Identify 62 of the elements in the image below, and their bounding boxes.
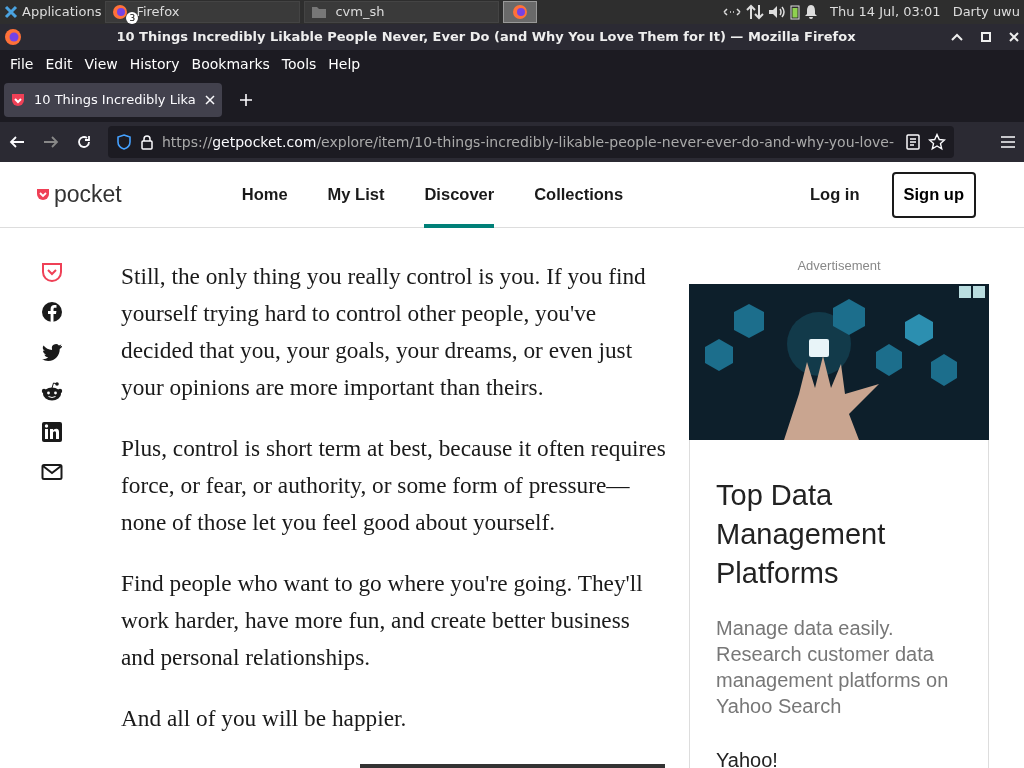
folder-icon <box>311 5 328 19</box>
bell-icon[interactable] <box>804 4 818 20</box>
nav-link[interactable]: Discover <box>424 161 495 228</box>
ad-headline[interactable]: Top Data Management Platforms <box>716 475 954 593</box>
nav-link[interactable]: Home <box>241 161 288 228</box>
close-icon[interactable] <box>203 94 216 106</box>
advertiser-name: Yahoo! <box>716 747 779 768</box>
taskbar-button[interactable]: cvm_sh <box>304 1 500 23</box>
transfer-arrows-icon[interactable] <box>746 4 764 20</box>
menu-item[interactable]: Edit <box>39 53 79 75</box>
chevron-up-icon[interactable] <box>950 31 964 43</box>
nav-link[interactable]: Collections <box>534 161 624 228</box>
mail-icon[interactable] <box>41 461 63 483</box>
taskbar-button[interactable] <box>503 1 538 23</box>
reload-icon[interactable] <box>76 134 92 150</box>
clock[interactable]: Thu 14 Jul, 03:01 <box>830 2 941 22</box>
pocket-logo-icon <box>36 187 50 202</box>
ad-card[interactable]: Top Data Management Platforms Manage data easily. Research customer data management platforms on Yahoo Search Yahoo! <box>689 439 989 768</box>
firefox-icon <box>512 4 529 20</box>
firefox-icon <box>112 4 129 20</box>
facebook-icon[interactable] <box>41 301 63 323</box>
window-title: 10 Things Incredibly Likable People Never, Ever Do (and Why You Love Them for It) — Mozilla Firefox <box>115 28 857 47</box>
ad-description: Manage data easily. Research customer data management platforms on Yahoo Search <box>716 615 950 719</box>
shield-icon <box>116 134 132 150</box>
plus-icon[interactable] <box>237 92 254 108</box>
reader-view-icon <box>906 134 920 150</box>
back-arrow-icon[interactable] <box>8 134 26 150</box>
user-name[interactable]: Darty uwu <box>952 2 1020 22</box>
maximize-icon[interactable] <box>980 31 992 43</box>
paragraph: And all of you will be happier. <box>121 704 408 733</box>
logo-text[interactable]: pocket <box>54 177 122 212</box>
nav-link[interactable]: My List <box>327 161 385 228</box>
pocket-icon <box>10 92 26 108</box>
url-field[interactable]: https://getpocket.com/explore/item/10-things-incredibly-likable-people-never-ever-do-and-why-you-love- <box>108 126 954 158</box>
menu-icon[interactable] <box>1000 135 1016 149</box>
close-icon[interactable] <box>1008 31 1020 43</box>
menu-item[interactable]: Help <box>322 53 367 75</box>
forward-arrow-icon[interactable] <box>42 134 60 150</box>
paragraph: Still, the only thing you really control is you. If you find yourself trying hard to control other people, you've decided that you, your goals, your dreams, or even just your opinions are more important than theirs. <box>121 262 647 402</box>
count-badge: 3 <box>126 12 139 24</box>
linkedin-icon[interactable] <box>41 421 63 443</box>
applications-menu[interactable]: Applications <box>22 2 102 22</box>
signup-button[interactable]: Sign up <box>891 171 976 218</box>
x-logo-icon[interactable] <box>4 5 18 19</box>
menu-item[interactable]: View <box>78 53 124 75</box>
menu-item[interactable]: Tools <box>275 53 323 75</box>
browser-tab[interactable]: 10 Things Incredibly Lika <box>4 83 222 117</box>
menu-item[interactable]: Bookmarks <box>185 53 276 75</box>
pocket-save-icon[interactable] <box>41 261 63 283</box>
ad-label: Advertisement <box>797 257 881 275</box>
lock-icon <box>140 134 154 150</box>
paragraph: Plus, control is short term at best, because it often requires force, or fear, or authority, or some form of pressure—none of those let you feel good about yourself. <box>121 434 666 537</box>
reddit-icon[interactable] <box>41 381 63 403</box>
firefox-icon[interactable] <box>4 28 22 46</box>
menu-item[interactable]: History <box>123 53 186 75</box>
menu-item[interactable]: File <box>4 53 40 75</box>
login-link[interactable]: Log in <box>810 161 860 228</box>
battery-icon[interactable] <box>790 4 800 20</box>
volume-icon[interactable] <box>768 5 786 19</box>
bird-icon[interactable] <box>41 341 63 363</box>
paragraph: Find people who want to go where you're going. They'll work harder, have more fun, and create better business and personal relationships. <box>121 569 644 672</box>
star-icon <box>928 133 946 151</box>
